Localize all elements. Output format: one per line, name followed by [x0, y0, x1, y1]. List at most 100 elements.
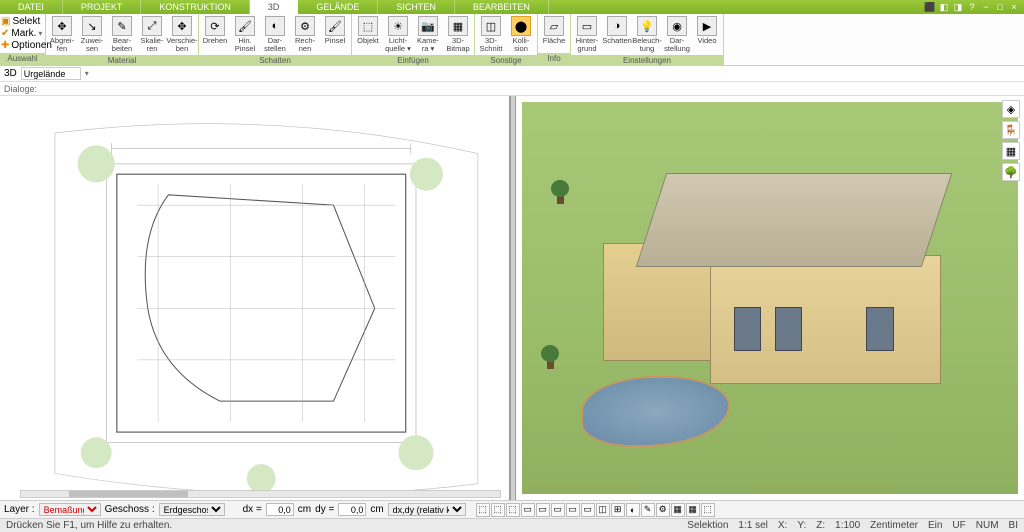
help-text: Drücken Sie F1, um Hilfe zu erhalten.	[6, 520, 172, 531]
ribbon-btn[interactable]: ▱Fläche	[539, 15, 569, 46]
status-unit: Zentimeter	[870, 520, 918, 531]
sys-icon[interactable]: ◨	[952, 1, 964, 13]
tool-icon[interactable]: ⬚	[491, 503, 505, 517]
tool-icon[interactable]: ▭	[521, 503, 535, 517]
tool-icon[interactable]: ▭	[551, 503, 565, 517]
ribbon-icon: 🖌	[325, 16, 345, 36]
plants-icon[interactable]: 🌳	[1002, 163, 1020, 181]
ribbon-icon: 📷	[418, 16, 438, 36]
3d-viewport[interactable]	[522, 102, 1019, 494]
ribbon-btn[interactable]: 🖌Hin.Pinsel	[230, 15, 260, 54]
ribbon-btn[interactable]: ◐Dar-stellen	[260, 15, 290, 54]
ribbon-btn[interactable]: ▦3D-Bitmap	[443, 15, 473, 54]
ribbon-btn[interactable]: ⟳Drehen	[200, 15, 230, 46]
status-uf: UF	[952, 520, 965, 531]
ribbon-btn[interactable]: 💡Beleuch-tung	[632, 15, 662, 54]
tool-icon[interactable]: ⬚	[476, 503, 490, 517]
tab-projekt[interactable]: PROJEKT	[63, 0, 142, 14]
geschoss-select[interactable]: Erdgeschos	[159, 503, 225, 516]
minimize-icon[interactable]: −	[980, 1, 992, 13]
ribbon-label: Schatten	[602, 37, 632, 45]
dx-input[interactable]	[266, 503, 294, 516]
ribbon-btn[interactable]: ✎Bear-beiten	[107, 15, 137, 54]
mark-btn[interactable]: Mark.	[11, 28, 36, 39]
tool-icon[interactable]: ✎	[641, 503, 655, 517]
status-ein: Ein	[928, 520, 942, 531]
menu-bar: DATEI PROJEKT KONSTRUKTION 3D GELÄNDE SI…	[0, 0, 1024, 14]
status-bar: Drücken Sie F1, um Hilfe zu erhalten. Se…	[0, 518, 1024, 532]
sys-icon[interactable]: ◧	[938, 1, 950, 13]
ribbon-label: Video	[697, 37, 716, 45]
geschoss-label: Geschoss :	[105, 504, 155, 515]
close-icon[interactable]: ×	[1008, 1, 1020, 13]
tab-3d[interactable]: 3D	[250, 0, 299, 14]
ribbon-label: Verschie-ben	[166, 37, 197, 53]
tool-icon[interactable]: ⬚	[506, 503, 520, 517]
maximize-icon[interactable]: □	[994, 1, 1006, 13]
ribbon-btn[interactable]: ◫3D-Schnitt	[476, 15, 506, 54]
tab-bearbeiten[interactable]: BEARBEITEN	[455, 0, 549, 14]
tool-icon[interactable]: ⊞	[611, 503, 625, 517]
ribbon-icon: ⬚	[358, 16, 378, 36]
ribbon-btn[interactable]: ⬚Objekt	[353, 15, 383, 46]
floor-plan[interactable]	[20, 102, 503, 494]
ribbon-btn[interactable]: ⤢Skalie-ren	[137, 15, 167, 54]
ribbon-icon: 💡	[637, 16, 657, 36]
ribbon-btn[interactable]: 📷Kame-ra ▾	[413, 15, 443, 54]
dropdown-icon[interactable]: ▾	[85, 69, 89, 78]
tool-icon[interactable]: ▦	[686, 503, 700, 517]
house-model	[571, 173, 968, 408]
status-scale: 1:100	[835, 520, 860, 531]
ribbon-btn[interactable]: ◑Schatten	[602, 15, 632, 46]
tool-icon[interactable]: ⬚	[701, 503, 715, 517]
sys-icon[interactable]: ⬛	[924, 1, 936, 13]
tab-konstruktion[interactable]: KONSTRUKTION	[141, 0, 250, 14]
layers-icon[interactable]: ◈	[1002, 100, 1020, 118]
tool-icon[interactable]: ▭	[536, 503, 550, 517]
ribbon-label: Drehen	[203, 37, 228, 45]
plan-pane[interactable]	[0, 96, 510, 500]
unit-label: cm	[298, 504, 311, 515]
ribbon-btn[interactable]: ↘Zuwei-sen	[77, 15, 107, 54]
ribbon-label: 3D-Bitmap	[446, 37, 469, 53]
tool-icon[interactable]: ▦	[671, 503, 685, 517]
furniture-icon[interactable]: 🪑	[1002, 121, 1020, 139]
tab-sichten[interactable]: SICHTEN	[378, 0, 455, 14]
layer-select[interactable]: Bemaßung	[39, 503, 101, 516]
3d-pane[interactable]: ◈ 🪑 ▦ 🌳	[516, 96, 1024, 500]
scrollbar-horizontal[interactable]	[20, 490, 501, 498]
dy-input[interactable]	[338, 503, 366, 516]
ribbon-btn[interactable]: ▶Video	[692, 15, 722, 46]
ribbon-btn[interactable]: ◉Dar-stellung	[662, 15, 692, 54]
ribbon-btn[interactable]: ⬤Kolli-sion	[506, 15, 536, 54]
selection-box: ▣Selekt ✔Mark.▾ ✚Optionen	[0, 14, 44, 53]
ribbon-btn[interactable]: 🖌Pinsel	[320, 15, 350, 46]
selekt-btn[interactable]: Selekt	[12, 16, 40, 27]
ribbon-btn[interactable]: ▭Hinter-grund	[572, 15, 602, 54]
status-x: X:	[778, 520, 787, 531]
ribbon-btn[interactable]: ✥Abgrei-fen	[47, 15, 77, 54]
workarea: ◈ 🪑 ▦ 🌳	[0, 96, 1024, 500]
tool-icon[interactable]: ◐	[626, 503, 640, 517]
unit-label: cm	[370, 504, 383, 515]
ribbon-label: Objekt	[357, 37, 379, 45]
tab-gelaende[interactable]: GELÄNDE	[298, 0, 378, 14]
ribbon-btn[interactable]: ✥Verschie-ben	[167, 15, 197, 54]
ribbon-btn[interactable]: ☀Licht-quelle ▾	[383, 15, 413, 54]
tool-icon[interactable]: ▭	[566, 503, 580, 517]
ribbon-icon: ◑	[607, 16, 627, 36]
help-icon[interactable]: ?	[966, 1, 978, 13]
materials-icon[interactable]: ▦	[1002, 142, 1020, 160]
tool-icon[interactable]: ▭	[581, 503, 595, 517]
group-label: Auswahl	[0, 53, 45, 65]
tool-icon[interactable]: ⚙	[656, 503, 670, 517]
ribbon-btn[interactable]: ⚙Rech-nen	[290, 15, 320, 54]
tool-icon[interactable]: ◫	[596, 503, 610, 517]
terrain-select[interactable]	[21, 67, 81, 80]
coord-mode[interactable]: dx,dy (relativ ka	[388, 503, 466, 516]
tab-datei[interactable]: DATEI	[0, 0, 63, 14]
ribbon-label: Dar-stellen	[264, 37, 286, 53]
ribbon-icon: ↘	[82, 16, 102, 36]
ribbon-icon: ⤢	[142, 16, 162, 36]
ribbon-label: Licht-quelle ▾	[385, 37, 411, 53]
